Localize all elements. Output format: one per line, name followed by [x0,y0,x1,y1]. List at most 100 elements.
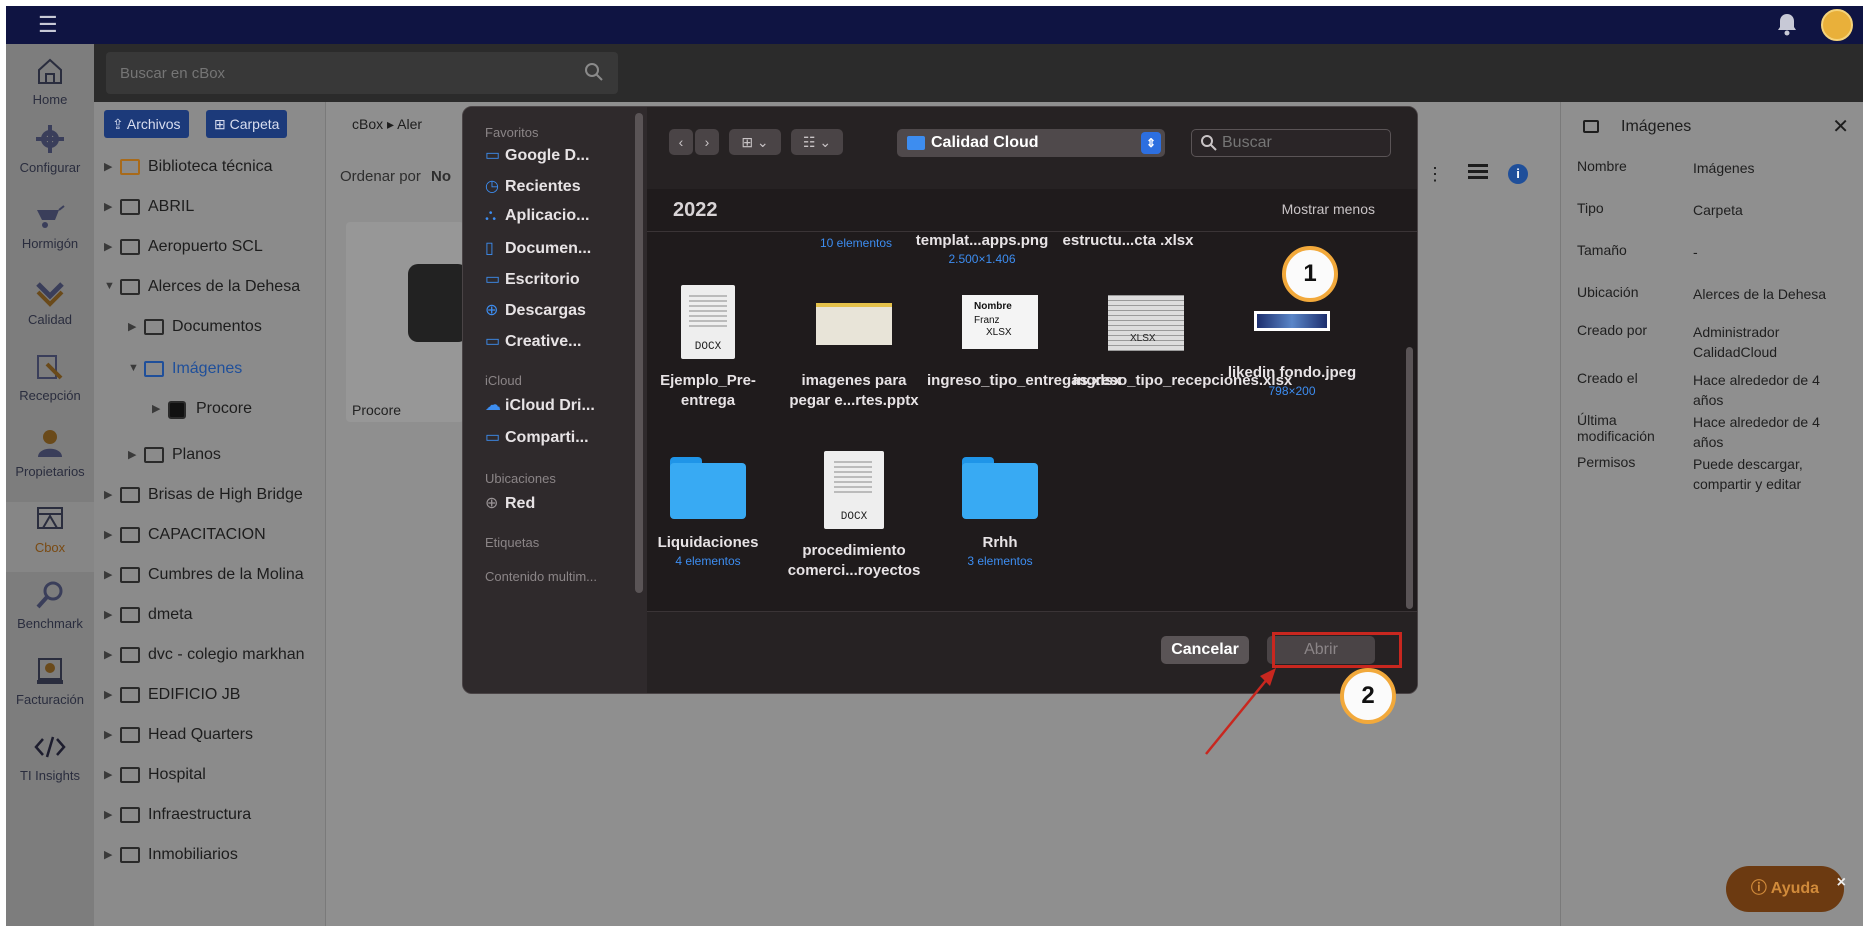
view-mode-button[interactable]: ⊞ ⌄ [729,129,781,155]
app-window: ☰ Home Configurar Hormigón Calidad Recep… [6,6,1863,926]
tree-item[interactable]: ▶ Cumbres de la Molina [94,556,324,596]
nav-ti-insights[interactable]: TI Insights [6,730,94,800]
caret-icon[interactable]: ▶ [104,808,112,821]
tree-item[interactable]: ▶ Infraestructura [94,796,324,836]
bell-icon[interactable] [1776,12,1798,36]
show-less-link[interactable]: Mostrar menos [1282,201,1375,217]
file-card[interactable]: Procore [346,222,468,422]
tree-item[interactable]: ▶ Aeropuerto SCL [94,228,324,268]
back-button[interactable]: ‹ [669,129,693,155]
caret-icon[interactable]: ▶ [104,608,112,621]
sidebar-item-favorite[interactable]: ▭ Google D... [485,145,589,165]
file-item[interactable]: Nombre Franz XLSX ingreso_tipo_entregas.… [927,285,1121,391]
nav-benchmark[interactable]: Benchmark [6,578,94,648]
tree-item[interactable]: ▶ Procore [94,390,324,430]
file-item[interactable]: DOCX Ejemplo_Pre-entrega [635,285,781,411]
tree-item[interactable]: ▶ Brisas de High Bridge [94,476,324,516]
sidebar-item-network[interactable]: ⊕ Red [485,493,535,513]
tree-item[interactable]: ▶ Documentos [94,308,324,348]
caret-icon[interactable]: ▶ [104,768,112,781]
search-input[interactable] [120,62,560,84]
question-icon: ⓘ [1750,880,1771,897]
sidebar-item-favorite[interactable]: ◷ Recientes [485,176,581,196]
sidebar-item-label: Recientes [505,178,581,195]
caret-icon[interactable]: ▶ [104,240,112,253]
forward-button[interactable]: › [695,129,719,155]
sidebar-item-favorite[interactable]: ▭ Creative... [485,331,581,351]
close-icon[interactable]: × [1837,860,1846,906]
caret-icon[interactable]: ▶ [104,568,112,581]
file-item[interactable]: XLSX ingreso_tipo_recepciones.xlsx [1073,285,1292,391]
file-item[interactable]: DOCX procedimiento comerci...royectos [781,451,927,581]
docx-file-icon: DOCX [824,451,884,529]
tree-item[interactable]: ▶ dvc - colegio markhan [94,636,324,676]
more-options-icon[interactable]: ⋮ [1426,164,1444,185]
tree-item-label: CAPACITACION [148,526,266,543]
file-item[interactable]: 10 elementos [783,235,929,251]
list-view-icon[interactable] [1468,164,1488,180]
caret-icon[interactable]: ▶ [104,200,112,213]
nav-hormigon[interactable]: Hormigón [6,198,94,268]
user-avatar[interactable] [1821,9,1853,41]
nav-propietarios[interactable]: Propietarios [6,426,94,496]
caret-icon[interactable]: ▶ [104,848,112,861]
upload-files-button[interactable]: ⇪ Archivos [104,110,189,138]
content-scrollbar[interactable] [1406,347,1413,609]
caret-icon[interactable]: ▶ [152,402,160,415]
file-item[interactable]: imagenes para pegar e...rtes.pptx [781,285,927,411]
folder-icon [120,847,140,863]
tree-item[interactable]: ▶ Head Quarters [94,716,324,756]
tree-item[interactable]: ▶ dmeta [94,596,324,636]
sidebar-item-shared[interactable]: ▭ Comparti... [485,427,589,447]
caret-icon[interactable]: ▼ [104,280,115,292]
caret-icon[interactable]: ▶ [128,320,136,333]
close-icon[interactable]: ✕ [1832,114,1849,139]
sidebar-item-favorite[interactable]: ▭ Escritorio [485,269,580,289]
tree-item[interactable]: ▶ Inmobiliarios [94,836,324,876]
folder-item[interactable]: Rrhh 3 elementos [927,457,1073,569]
tree-item[interactable]: ▶ EDIFICIO JB [94,676,324,716]
nav-recepcion[interactable]: Recepción [6,350,94,420]
sort-control[interactable]: Ordenar por No [340,168,451,185]
tree-item[interactable]: ▶ CAPACITACION [94,516,324,556]
tree-item[interactable]: ▶ Planos [94,436,324,476]
tree-item[interactable]: ▶ ABRIL [94,188,324,228]
tree-item[interactable]: ▼ Imágenes [94,350,324,390]
file-item[interactable]: likedin fondo.jpeg 798×200 [1219,285,1365,399]
breadcrumb-item[interactable]: cBox [352,116,383,132]
nav-calidad[interactable]: Calidad [6,274,94,344]
tree-item[interactable]: ▼ Alerces de la Dehesa [94,268,324,308]
new-folder-button[interactable]: ⊞ Carpeta [206,110,288,138]
nav-home[interactable]: Home [6,54,94,124]
info-icon[interactable]: i [1508,164,1528,184]
breadcrumb-item[interactable]: Aler [397,116,422,132]
group-button[interactable]: ☷ ⌄ [791,129,843,155]
sidebar-item-favorite[interactable]: ⊕ Descargas [485,300,586,320]
caret-icon[interactable]: ▶ [104,160,112,173]
dialog-search-input[interactable] [1222,133,1382,153]
nav-configurar[interactable]: Configurar [6,122,94,192]
location-select[interactable]: Calidad Cloud ⇕ [897,129,1165,157]
caret-icon[interactable]: ▶ [104,488,112,501]
help-button[interactable]: ⓘ Ayuda × [1726,866,1846,912]
file-item[interactable]: templat...apps.png 2.500×1.406 [909,231,1055,267]
caret-icon[interactable]: ▼ [128,362,139,374]
folder-item[interactable]: Liquidaciones 4 elementos [635,457,781,569]
caret-icon[interactable]: ▶ [104,528,112,541]
nav-facturacion[interactable]: Facturación [6,654,94,724]
sidebar-item-favorite[interactable]: ▯ Documen... [485,238,591,258]
caret-icon[interactable]: ▶ [104,728,112,741]
sidebar-item-icloud-drive[interactable]: ☁ iCloud Dri... [485,395,595,415]
nav-cbox[interactable]: Cbox [6,502,94,572]
caret-icon[interactable]: ▶ [104,688,112,701]
sidebar-item-label: Google D... [505,147,590,164]
caret-icon[interactable]: ▶ [104,648,112,661]
file-meta: 2.500×1.406 [948,252,1016,266]
search-icon[interactable] [584,62,604,82]
tree-item[interactable]: ▶ Biblioteca técnica [94,148,324,188]
sidebar-item-favorite[interactable]: ⛬ Aplicacio... [485,207,589,225]
hamburger-icon[interactable]: ☰ [38,14,58,36]
tree-item[interactable]: ▶ Hospital [94,756,324,796]
caret-icon[interactable]: ▶ [128,448,136,461]
file-item[interactable]: estructu...cta .xlsx [1055,231,1201,251]
